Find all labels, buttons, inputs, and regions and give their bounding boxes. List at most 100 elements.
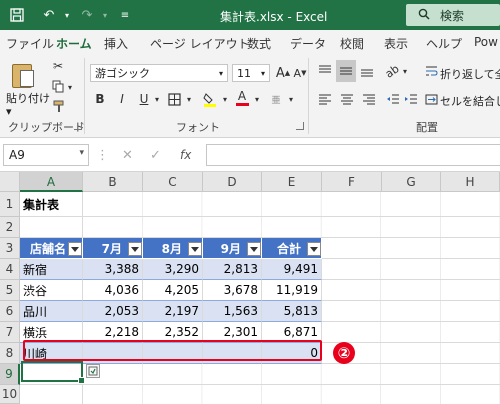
row-header[interactable]: 2 xyxy=(0,217,20,238)
row-header[interactable]: 4 xyxy=(0,259,20,280)
underline-button[interactable]: U xyxy=(136,90,152,108)
merge-center-button[interactable]: セルを結合して xyxy=(440,93,500,109)
row-header[interactable]: 6 xyxy=(0,301,20,322)
tab-power[interactable]: Pow xyxy=(474,35,498,49)
column-header[interactable]: B xyxy=(83,172,143,192)
align-top-icon[interactable] xyxy=(316,62,334,80)
phonetic-guide-icon[interactable]: 亜 xyxy=(268,92,284,106)
tab-home[interactable]: ホーム xyxy=(56,35,92,56)
formula-input[interactable] xyxy=(206,144,500,166)
grow-font-icon[interactable]: A ▲ xyxy=(276,64,290,82)
font-name-select[interactable]: 游ゴシック ▾ xyxy=(90,64,228,82)
clipboard-launcher-icon[interactable] xyxy=(74,122,82,130)
align-bottom-icon[interactable] xyxy=(358,62,376,80)
decrease-indent-icon[interactable] xyxy=(384,90,402,108)
tab-data[interactable]: データ xyxy=(290,35,326,52)
table-cell[interactable]: 3,678 xyxy=(203,280,262,301)
table-cell[interactable]: 4,036 xyxy=(83,280,143,301)
table-cell[interactable]: 2,053 xyxy=(83,301,143,322)
undo-icon[interactable]: ↶ xyxy=(40,6,58,24)
fill-color-icon[interactable] xyxy=(202,90,218,108)
table-cell[interactable]: 4,205 xyxy=(143,280,203,301)
wrap-text-icon[interactable] xyxy=(424,62,438,80)
paste-button[interactable]: 貼り付け ▾ xyxy=(6,92,50,118)
tab-help[interactable]: ヘルプ xyxy=(426,35,462,52)
underline-dropdown-icon[interactable]: ▾ xyxy=(152,92,162,106)
tab-file[interactable]: ファイル xyxy=(6,35,54,52)
table-cell[interactable]: 2,813 xyxy=(203,259,262,280)
font-color-dropdown-icon[interactable]: ▾ xyxy=(252,92,262,106)
row-header[interactable]: 9 xyxy=(0,364,20,385)
align-middle-icon[interactable] xyxy=(336,60,356,82)
increase-indent-icon[interactable] xyxy=(402,90,420,108)
row-header[interactable]: 8 xyxy=(0,343,20,364)
autofill-options-icon[interactable] xyxy=(86,364,100,378)
table-cell[interactable]: 5,813 xyxy=(262,301,322,322)
tab-review[interactable]: 校閲 xyxy=(340,35,364,52)
table-cell[interactable]: 2,197 xyxy=(143,301,203,322)
table-cell[interactable]: 新宿 xyxy=(20,259,83,280)
table-cell[interactable]: 3,388 xyxy=(83,259,143,280)
column-header[interactable]: A xyxy=(20,172,83,192)
active-cell[interactable] xyxy=(21,361,85,384)
undo-dropdown-icon[interactable]: ▾ xyxy=(58,6,76,24)
borders-icon[interactable] xyxy=(166,90,182,108)
column-header[interactable]: C xyxy=(143,172,203,192)
italic-button[interactable]: I xyxy=(114,90,130,108)
fill-color-dropdown-icon[interactable]: ▾ xyxy=(220,92,230,106)
row-header[interactable]: 10 xyxy=(0,385,20,404)
tab-formulas[interactable]: 数式 xyxy=(247,35,271,52)
font-launcher-icon[interactable] xyxy=(296,122,304,130)
row-header[interactable]: 3 xyxy=(0,238,20,259)
wrap-text-button[interactable]: 折り返して全体 xyxy=(440,66,500,82)
cut-icon[interactable]: ✂ xyxy=(50,58,66,74)
redo-dropdown-icon[interactable]: ▾ xyxy=(96,6,114,24)
insert-function-icon[interactable]: fx xyxy=(180,148,191,162)
align-left-icon[interactable] xyxy=(316,90,334,108)
bold-button[interactable]: B xyxy=(92,90,108,108)
font-color-icon[interactable]: A xyxy=(234,88,250,108)
filter-dropdown-icon[interactable] xyxy=(247,242,261,256)
row-header[interactable]: 1 xyxy=(0,192,20,217)
filter-dropdown-icon[interactable] xyxy=(188,242,202,256)
table-cell[interactable]: 9,491 xyxy=(262,259,322,280)
copy-icon[interactable] xyxy=(50,78,66,94)
save-icon[interactable] xyxy=(8,6,26,24)
table-cell[interactable]: 品川 xyxy=(20,301,83,322)
tab-insert[interactable]: 挿入 xyxy=(104,35,128,52)
tab-view[interactable]: 表示 xyxy=(384,35,408,52)
row-header[interactable]: 7 xyxy=(0,322,20,343)
sheet-title[interactable]: 集計表 xyxy=(20,192,83,217)
cancel-icon[interactable]: ✕ xyxy=(122,148,133,163)
borders-dropdown-icon[interactable]: ▾ xyxy=(184,92,194,106)
tab-page-layout[interactable]: ページ レイアウト xyxy=(150,35,250,52)
column-header[interactable]: F xyxy=(322,172,382,192)
column-header[interactable]: H xyxy=(441,172,500,192)
format-painter-icon[interactable] xyxy=(50,98,66,114)
column-header[interactable]: G xyxy=(382,172,441,192)
align-center-icon[interactable] xyxy=(338,90,356,108)
filter-dropdown-icon[interactable] xyxy=(307,242,321,256)
shrink-font-icon[interactable]: A ▼ xyxy=(293,64,307,82)
column-header[interactable]: D xyxy=(203,172,262,192)
copy-dropdown-icon[interactable]: ▾ xyxy=(66,82,74,92)
column-header[interactable]: E xyxy=(262,172,322,192)
row-header[interactable]: 5 xyxy=(0,280,20,301)
table-cell[interactable]: 11,919 xyxy=(262,280,322,301)
customize-toolbar-icon[interactable]: ≡ xyxy=(116,6,134,24)
name-box[interactable]: A9 ▾ xyxy=(3,144,89,166)
paste-icon[interactable] xyxy=(10,60,38,90)
table-cell[interactable]: 1,563 xyxy=(203,301,262,322)
table-cell[interactable]: 渋谷 xyxy=(20,280,83,301)
enter-icon[interactable]: ✓ xyxy=(150,148,161,163)
filter-dropdown-icon[interactable] xyxy=(128,242,142,256)
redo-icon[interactable]: ↷ xyxy=(78,6,96,24)
search-box[interactable]: 検索 xyxy=(406,4,500,26)
filter-dropdown-icon[interactable] xyxy=(68,242,82,256)
table-cell[interactable]: 3,290 xyxy=(143,259,203,280)
font-size-select[interactable]: 11 ▾ xyxy=(232,64,270,82)
merge-center-icon[interactable] xyxy=(424,90,438,108)
align-right-icon[interactable] xyxy=(360,90,378,108)
orientation-dropdown-icon[interactable]: ▾ xyxy=(400,64,410,78)
phonetic-dropdown-icon[interactable]: ▾ xyxy=(286,92,296,106)
